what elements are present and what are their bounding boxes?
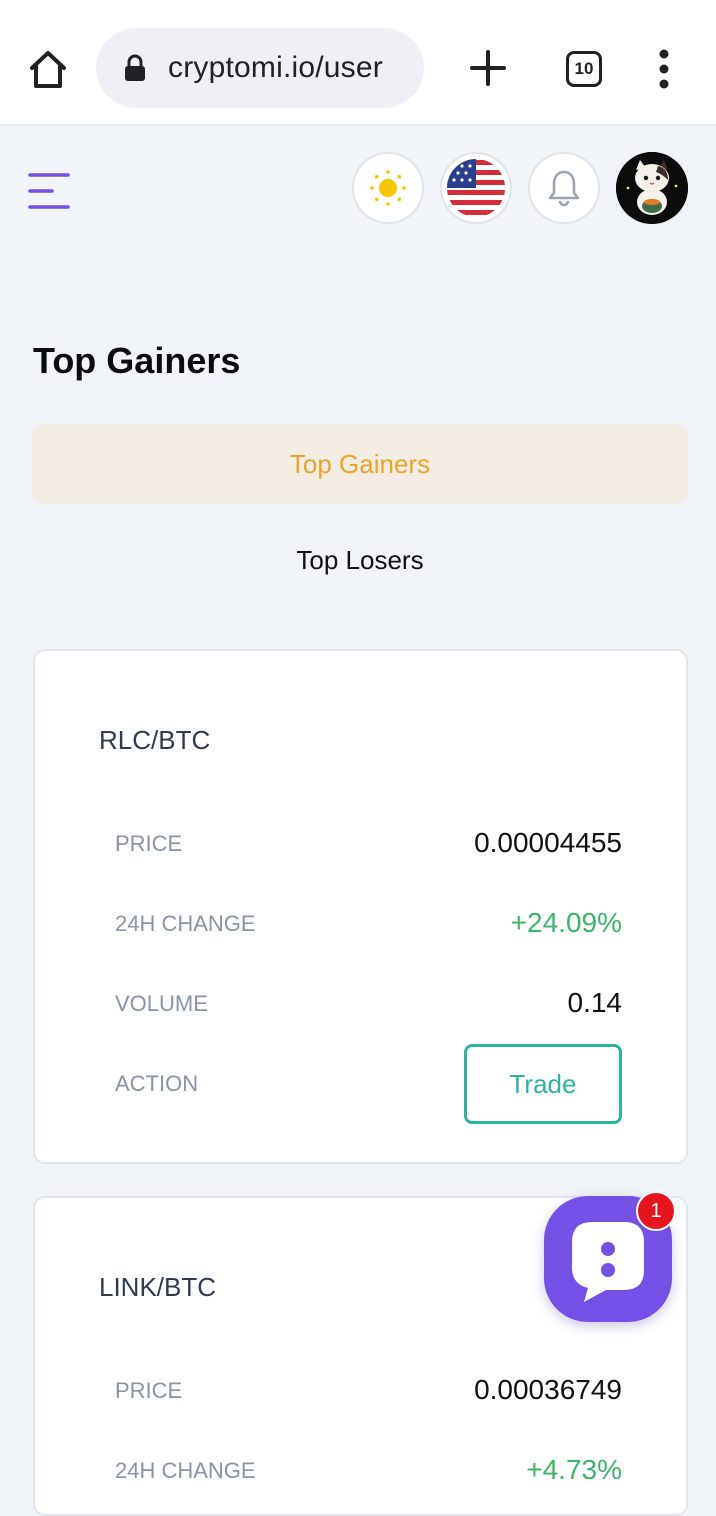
lock-icon xyxy=(125,54,145,81)
tab-count: 10 xyxy=(574,59,594,78)
menu-icon[interactable] xyxy=(28,172,70,210)
tab-top-gainers[interactable]: Top Gainers xyxy=(32,424,688,504)
theme-toggle-button[interactable] xyxy=(352,152,424,224)
chat-notification-badge: 1 xyxy=(636,1191,676,1231)
pair-name[interactable]: RLC/BTC xyxy=(99,725,210,756)
market-card: RLC/BTC PRICE 0.00004455 24H CHANGE +24.… xyxy=(33,649,688,1164)
url-text: cryptomi.io/user xyxy=(168,51,383,84)
address-bar[interactable]: cryptomi.io/user xyxy=(96,28,424,108)
page-title: Top Gainers xyxy=(33,340,241,381)
bell-icon xyxy=(548,170,580,207)
avatar[interactable] xyxy=(616,152,688,224)
new-tab-icon[interactable] xyxy=(466,46,510,90)
tab-switcher-button[interactable]: 10 xyxy=(566,51,602,87)
price-label: PRICE xyxy=(115,831,183,856)
home-icon[interactable] xyxy=(22,44,74,96)
app-header xyxy=(0,128,716,248)
sun-icon xyxy=(370,170,406,206)
change-label: 24H CHANGE xyxy=(115,1458,256,1483)
notifications-button[interactable] xyxy=(528,152,600,224)
trade-button[interactable]: Trade xyxy=(464,1044,622,1124)
price-value: 0.00004455 xyxy=(474,827,622,858)
badge-count: 1 xyxy=(650,1199,662,1222)
tab-label: Top Gainers xyxy=(289,448,431,479)
pair-name[interactable]: LINK/BTC xyxy=(99,1272,216,1303)
browser-toolbar: cryptomi.io/user 10 xyxy=(0,0,716,126)
volume-value: 0.14 xyxy=(567,987,623,1018)
volume-label: VOLUME xyxy=(115,991,208,1016)
cat-avatar-icon xyxy=(616,152,688,224)
language-button[interactable] xyxy=(440,152,512,224)
trade-label: Trade xyxy=(509,1068,577,1099)
price-label: PRICE xyxy=(115,1378,183,1403)
more-vert-icon[interactable] xyxy=(654,48,674,92)
change-value: +4.73% xyxy=(526,1454,622,1485)
change-value: +24.09% xyxy=(510,907,622,938)
price-value: 0.00036749 xyxy=(474,1374,622,1405)
change-label: 24H CHANGE xyxy=(115,911,256,936)
tab-top-losers[interactable]: Top Losers xyxy=(32,520,688,600)
us-flag-icon xyxy=(447,159,505,217)
tab-label: Top Losers xyxy=(296,544,424,575)
action-label: ACTION xyxy=(115,1071,199,1096)
